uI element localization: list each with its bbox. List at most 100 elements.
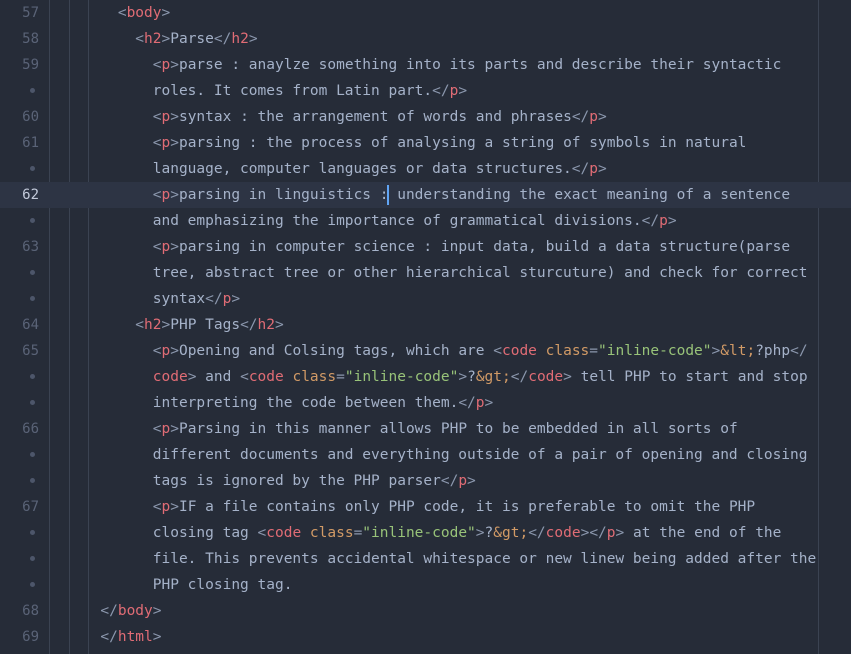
code-line-text[interactable]: <h2>Parse</h2> <box>48 26 851 52</box>
code-line-text[interactable]: language, computer languages or data str… <box>48 156 851 182</box>
code-line-text[interactable]: <p>parsing in linguistics : understandin… <box>48 182 851 208</box>
code-line-row[interactable]: 69 </html> <box>0 624 851 650</box>
token-str: "inline-code" <box>362 525 476 541</box>
token-punct: > <box>598 161 607 177</box>
token-tag: body <box>117 603 153 619</box>
line-number: 66 <box>22 421 39 437</box>
token-tag: body <box>126 5 162 21</box>
token-punct: > <box>598 109 607 125</box>
code-line-text[interactable]: <body> <box>48 0 851 26</box>
code-line-text[interactable]: <p>syntax : the arrangement of words and… <box>48 104 851 130</box>
token-punct: < <box>48 239 162 255</box>
token-txt: ? <box>467 369 476 385</box>
token-tag: code <box>528 369 564 385</box>
token-punct: = <box>336 369 345 385</box>
token-txt: PHP Tags <box>170 317 241 333</box>
token-punct: > <box>170 343 179 359</box>
code-line-text[interactable]: tags is ignored by the PHP parser</p> <box>48 468 851 494</box>
token-attr: class <box>309 525 354 541</box>
code-line-text[interactable]: <p>parsing in computer science : input d… <box>48 234 851 260</box>
wrap-dot-icon <box>30 165 35 171</box>
code-line-row[interactable]: 62 <p>parsing in linguistics : understan… <box>0 182 851 208</box>
code-line-row[interactable]: 67 <p>IF a file contains only PHP code, … <box>0 494 851 520</box>
token-punct: < <box>48 109 162 125</box>
code-line-row[interactable]: 59 <p>parse : anaylze something into its… <box>0 52 851 78</box>
code-wrap-row[interactable]: language, computer languages or data str… <box>0 156 851 182</box>
code-wrap-row[interactable]: PHP closing tag. <box>0 572 851 598</box>
code-line-row[interactable]: 68 </body> <box>0 598 851 624</box>
token-txt: ?php <box>755 343 791 359</box>
code-wrap-row[interactable]: tags is ignored by the PHP parser</p> <box>0 468 851 494</box>
token-tag: p <box>161 421 171 437</box>
line-number: 62 <box>22 187 39 203</box>
code-line-text[interactable]: closing tag <code class="inline-code">?&… <box>48 520 851 546</box>
code-line-row[interactable]: 61 <p>parsing : the process of analysing… <box>0 130 851 156</box>
code-line-text[interactable]: code> and <code class="inline-code">?&gt… <box>48 364 851 390</box>
wrap-dot-icon <box>30 373 35 379</box>
token-punct: > <box>475 525 485 541</box>
token-txt: syntax : the arrangement of words and ph… <box>178 109 572 125</box>
token-txt: Parse <box>170 31 214 47</box>
code-wrap-row[interactable]: different documents and everything outsi… <box>0 442 851 468</box>
code-line-text[interactable]: </html> <box>48 624 851 650</box>
code-line-row[interactable]: 57 <body> <box>0 0 851 26</box>
token-punct: </ <box>571 161 590 177</box>
code-wrap-row[interactable]: file. This prevents accidental whitespac… <box>0 546 851 572</box>
token-punct: < <box>240 369 249 385</box>
code-wrap-row[interactable]: roles. It comes from Latin part.</p> <box>0 78 851 104</box>
token-punct: > <box>667 213 677 229</box>
code-line-text[interactable]: tree, abstract tree or other hierarchica… <box>48 260 851 286</box>
token-tag: p <box>449 83 459 99</box>
token-punct: < <box>257 525 267 541</box>
code-line-row[interactable]: 64 <h2>PHP Tags</h2> <box>0 312 851 338</box>
token-punct: </ <box>510 369 529 385</box>
token-str: "inline-code" <box>344 369 459 385</box>
code-line-text[interactable]: different documents and everything outsi… <box>48 442 851 468</box>
code-line-text[interactable]: <p>IF a file contains only PHP code, it … <box>48 494 851 520</box>
code-line-text[interactable]: <p>Opening and Colsing tags, which are <… <box>48 338 851 364</box>
code-editor[interactable]: 57 <body> 58 <h2>Parse</h2> 59 <p>parse : … <box>0 0 851 654</box>
token-punct: < <box>493 343 502 359</box>
code-line-text[interactable]: and emphasizing the importance of gramma… <box>48 208 851 234</box>
code-wrap-row[interactable]: and emphasizing the importance of gramma… <box>0 208 851 234</box>
wrap-marker <box>0 468 48 494</box>
token-tag: p <box>161 57 171 73</box>
token-tag: p <box>161 187 171 203</box>
token-punct: > <box>161 31 171 47</box>
code-wrap-row[interactable]: closing tag <code class="inline-code">?&… <box>0 520 851 546</box>
token-txt: parsing in computer science : input data… <box>178 239 791 255</box>
token-punct: > <box>170 135 179 151</box>
wrap-dot-icon <box>30 555 35 561</box>
token-tag: p <box>606 525 616 541</box>
line-number: 64 <box>22 317 39 333</box>
code-line-text[interactable]: <p>parse : anaylze something into its pa… <box>48 52 851 78</box>
code-line-row[interactable]: 63 <p>parsing in computer science : inpu… <box>0 234 851 260</box>
token-punct: > <box>484 395 494 411</box>
code-line-text[interactable]: <p>parsing : the process of analysing a … <box>48 130 851 156</box>
code-rows[interactable]: 57 <body> 58 <h2>Parse</h2> 59 <p>parse : … <box>0 0 851 650</box>
code-line-text[interactable]: <h2>PHP Tags</h2> <box>48 312 851 338</box>
code-line-text[interactable]: syntax</p> <box>48 286 851 312</box>
code-line-row[interactable]: 66 <p>Parsing in this manner allows PHP … <box>0 416 851 442</box>
token-txt: syntax <box>48 291 206 307</box>
code-wrap-row[interactable]: interpreting the code between them.</p> <box>0 390 851 416</box>
token-txt: parse : anaylze something into its parts… <box>178 57 782 73</box>
token-punct: = <box>589 343 599 359</box>
code-line-text[interactable]: interpreting the code between them.</p> <box>48 390 851 416</box>
code-line-row[interactable]: 58 <h2>Parse</h2> <box>0 26 851 52</box>
code-line-row[interactable]: 60 <p>syntax : the arrangement of words … <box>0 104 851 130</box>
token-txt: file. This prevents accidental whitespac… <box>48 551 817 567</box>
code-line-row[interactable]: 65 <p>Opening and Colsing tags, which ar… <box>0 338 851 364</box>
code-line-text[interactable]: </body> <box>48 598 851 624</box>
token-entity: &gt; <box>493 525 529 541</box>
code-line-text[interactable]: <p>Parsing in this manner allows PHP to … <box>48 416 851 442</box>
code-line-text[interactable]: roles. It comes from Latin part.</p> <box>48 78 851 104</box>
token-punct: </ <box>528 525 546 541</box>
code-line-text[interactable]: file. This prevents accidental whitespac… <box>48 546 851 572</box>
code-wrap-row[interactable]: code> and <code class="inline-code">?&gt… <box>0 364 851 390</box>
line-number: 59 <box>22 57 39 73</box>
code-line-text[interactable]: PHP closing tag. <box>48 572 851 598</box>
code-wrap-row[interactable]: tree, abstract tree or other hierarchica… <box>0 260 851 286</box>
token-punct: < <box>48 31 145 47</box>
code-wrap-row[interactable]: syntax</p> <box>0 286 851 312</box>
